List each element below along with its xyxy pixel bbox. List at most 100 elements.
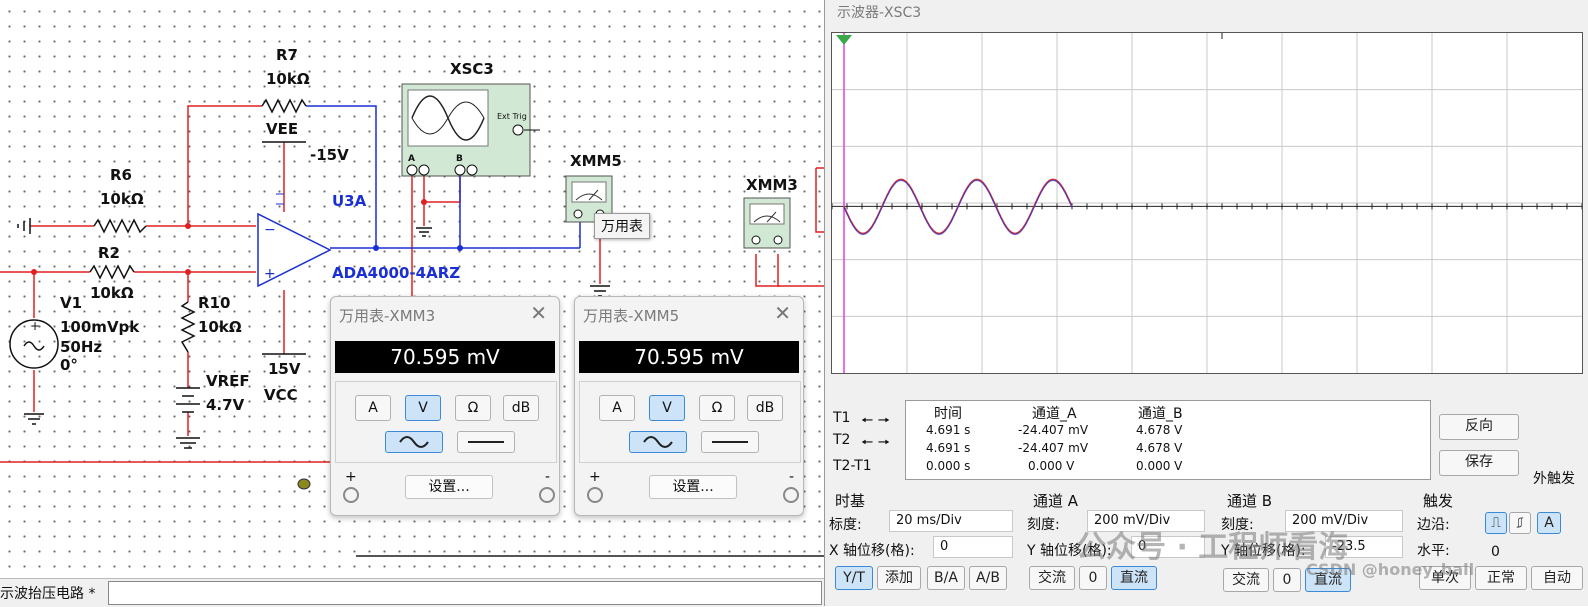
t1-time: 4.691 s [926, 423, 971, 437]
scope-title: 示波器-XSC3 [837, 5, 922, 21]
channel-a-zero-button[interactable]: 0 [1079, 566, 1107, 590]
label-r7: R7 [276, 46, 298, 64]
ac-wave-icon [643, 436, 673, 448]
rising-edge-icon[interactable]: ⎍ [1485, 512, 1507, 534]
minus-terminal-label: - [789, 469, 795, 485]
meter-reading-display: 70.595 mV [335, 341, 555, 373]
t2-time: 4.691 s [926, 441, 971, 455]
label-u3a: U3A [332, 192, 367, 210]
ohmmeter-button[interactable]: Ω [455, 395, 491, 421]
plus-terminal-icon[interactable] [343, 487, 359, 503]
trigger-edge-label: 边沿: [1417, 517, 1450, 533]
ac-mode-button[interactable] [629, 431, 687, 453]
dc-mode-button[interactable] [457, 431, 515, 453]
t1-cha: -24.407 mV [1018, 423, 1089, 437]
svg-text:−: − [264, 222, 276, 238]
trigger-label: 触发 [1423, 492, 1454, 510]
label-r10-value: 10kΩ [198, 318, 242, 336]
mode-ba-button[interactable]: B/A [927, 566, 965, 590]
oscilloscope-window[interactable]: 示波器-XSC3 T1 🠔 🠖 T2 🠔 🠖 T2-T1 时间 通道_A 通道_… [824, 0, 1588, 606]
multimeter-xmm5-window[interactable]: 万用表-XMM5 ✕ 70.595 mV A V Ω dB + - 设置... [574, 296, 804, 516]
cursor-readout-panel: 时间 通道_A 通道_B 4.691 s -24.407 mV 4.678 V … [905, 400, 1431, 480]
ohmmeter-button[interactable]: Ω [699, 395, 735, 421]
probe-icon [297, 478, 311, 490]
scope-display[interactable] [831, 32, 1583, 374]
voltmeter-button[interactable]: V [649, 395, 685, 421]
meter-title: 万用表-XMM3 [339, 307, 436, 325]
reverse-button[interactable]: 反向 [1439, 414, 1519, 440]
x-position-label: X 轴位移(格): [829, 543, 915, 559]
trigger-normal-button[interactable]: 正常 [1475, 566, 1527, 590]
t1-arrow-buttons[interactable]: 🠔 🠖 [861, 410, 890, 434]
ammeter-button[interactable]: A [599, 395, 635, 421]
voltmeter-button[interactable]: V [405, 395, 441, 421]
mode-yt-button[interactable]: Y/T [835, 566, 873, 590]
col-time-header: 时间 [934, 406, 962, 422]
plus-terminal-label: + [589, 469, 601, 485]
ammeter-button[interactable]: A [355, 395, 391, 421]
ac-mode-button[interactable] [385, 431, 443, 453]
channel-b-ac-button[interactable]: 交流 [1223, 568, 1269, 592]
xsc3-symbol [401, 83, 540, 177]
minus-terminal-icon[interactable] [783, 487, 799, 503]
channel-a-ac-button[interactable]: 交流 [1029, 566, 1075, 590]
settings-button[interactable]: 设置... [649, 475, 737, 499]
design-tab-label[interactable]: 示波抬压电路 * [0, 583, 95, 603]
close-icon[interactable]: ✕ [774, 301, 791, 325]
trigger-level-value[interactable]: 0 [1491, 544, 1500, 560]
trigger-source-a-button[interactable]: A [1537, 512, 1561, 534]
dc-line-icon [712, 441, 748, 443]
x-position-input[interactable]: 0 [933, 536, 1013, 558]
label-r2: R2 [98, 244, 120, 262]
cursor-delta-label: T2-T1 [833, 458, 872, 474]
t2-arrow-buttons[interactable]: 🠔 🠖 [861, 432, 890, 456]
label-ext-trig: Ext Trig [497, 112, 527, 121]
settings-button[interactable]: 设置... [405, 475, 493, 499]
label-vcc-value: 15V [268, 360, 301, 378]
label-r2-value: 10kΩ [90, 284, 134, 302]
meter-reading-display: 70.595 mV [579, 341, 799, 373]
label-vref: VREF [206, 372, 250, 390]
timebase-scale-input[interactable]: 20 ms/Div [889, 510, 1013, 532]
t1-chb: 4.678 V [1136, 423, 1183, 437]
mode-ab-button[interactable]: A/B [969, 566, 1007, 590]
mode-add-button[interactable]: 添加 [877, 566, 921, 590]
close-icon[interactable]: ✕ [530, 301, 547, 325]
t2-cha: -24.407 mV [1018, 441, 1089, 455]
minus-terminal-label: - [545, 469, 551, 485]
svg-text:+: + [264, 266, 276, 282]
trigger-level-label: 水平: [1417, 543, 1450, 559]
dc-line-icon [468, 441, 504, 443]
plus-terminal-icon[interactable] [587, 487, 603, 503]
multimeter-xmm3-window[interactable]: 万用表-XMM3 ✕ 70.595 mV A V Ω dB + - 设置... [330, 296, 560, 516]
label-xmm5: XMM5 [570, 152, 622, 170]
channel-a-scale-label: 刻度: [1027, 517, 1060, 533]
timebase-label: 时基 [835, 492, 866, 510]
dc-mode-button[interactable] [701, 431, 759, 453]
scope-waveform-canvas [831, 33, 1583, 373]
channel-b-zero-button[interactable]: 0 [1273, 568, 1301, 592]
label-minus15v: -15V [310, 146, 349, 164]
save-button[interactable]: 保存 [1439, 450, 1519, 476]
label-v1: V1 [60, 294, 83, 312]
cursor-marker [836, 35, 852, 45]
decibel-button[interactable]: dB [747, 395, 783, 421]
channel-a-dc-button[interactable]: 直流 [1111, 566, 1157, 590]
channel-b-trace [843, 179, 1073, 236]
label-opamp-model: ADA4000-4ARZ [332, 264, 461, 282]
falling-edge-icon[interactable]: ⎎ [1509, 512, 1531, 534]
cursor-t1-label: T1 [833, 410, 851, 426]
label-ch-a: A [408, 154, 415, 164]
trigger-auto-button[interactable]: 自动 [1531, 566, 1583, 590]
meter-title: 万用表-XMM5 [583, 307, 680, 325]
plus-terminal-label: + [345, 469, 357, 485]
minus-terminal-icon[interactable] [539, 487, 555, 503]
meter-controls-frame [579, 381, 801, 463]
tab-strip [108, 581, 822, 605]
label-v1-phase: 0° [60, 356, 78, 374]
decibel-button[interactable]: dB [503, 395, 539, 421]
label-r7-value: 10kΩ [266, 70, 310, 88]
label-v1-amplitude: 100mVpk [60, 318, 140, 336]
col-chb-header: 通道_B [1138, 406, 1183, 422]
label-r6-value: 10kΩ [100, 190, 144, 208]
